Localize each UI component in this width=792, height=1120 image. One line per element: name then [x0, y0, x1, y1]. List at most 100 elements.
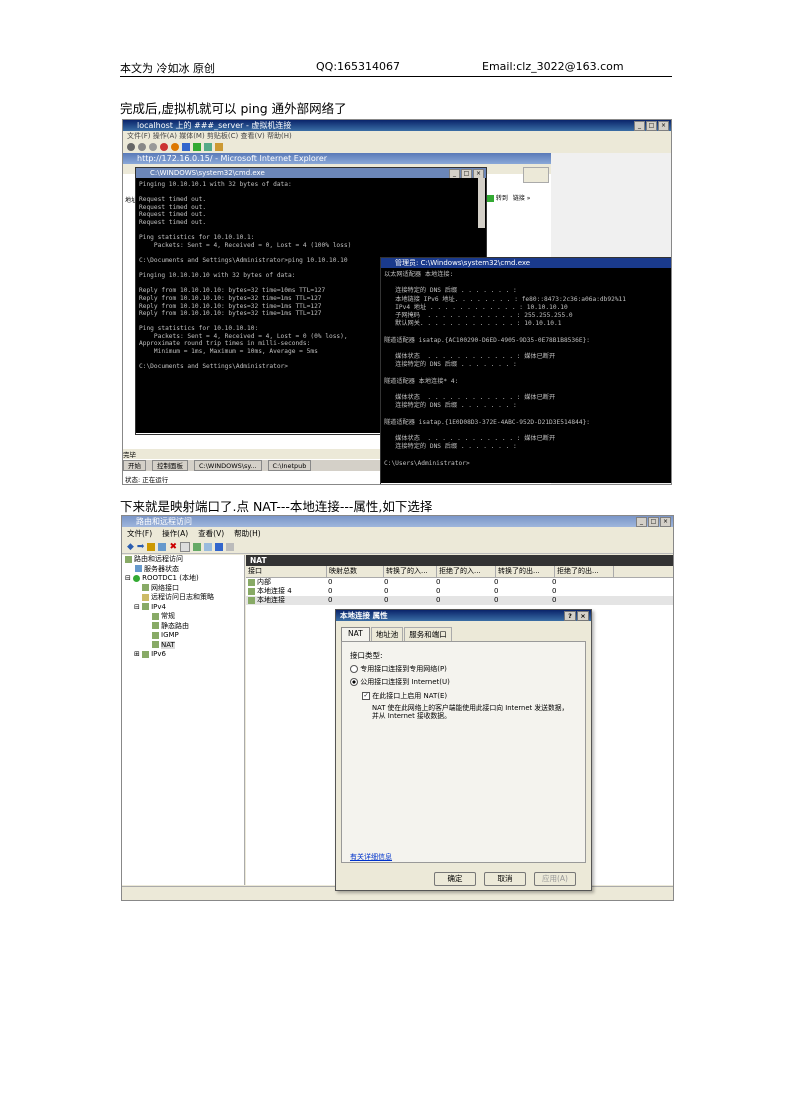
tree-item-ipv6[interactable]: ⊞ IPv6 — [122, 650, 244, 660]
tab-address-pool[interactable]: 地址池 — [370, 627, 404, 641]
tree-item-general[interactable]: 常规 — [122, 612, 244, 622]
tab-services-ports[interactable]: 服务和端口 — [404, 627, 452, 641]
apply-button[interactable]: 应用(A) — [534, 872, 576, 886]
more-info-link[interactable]: 有关详细信息 — [350, 852, 392, 862]
counter-value: 0 — [436, 596, 441, 604]
minimize-icon[interactable]: _ — [634, 121, 645, 131]
table-row[interactable]: 本地连接 400000 — [246, 587, 673, 596]
tree-item-server-status[interactable]: 服务器状态 — [122, 565, 244, 575]
properties-icon[interactable] — [180, 541, 191, 552]
menu-file[interactable]: 文件(F) — [127, 527, 152, 540]
counter-value: 0 — [494, 587, 499, 595]
cmd1-line: Request timed out. — [139, 218, 207, 226]
delete-icon[interactable]: ✖ — [169, 542, 177, 552]
tree-item-static-routes[interactable]: 静态路由 — [122, 622, 244, 632]
nat-pane-title: NAT — [246, 555, 673, 566]
menu-action[interactable]: 操作(A) — [162, 527, 188, 540]
cmd2-line — [384, 451, 669, 459]
vm-menu-bar[interactable]: 文件(F) 操作(A) 媒体(M) 剪贴板(C) 查看(V) 帮助(H) — [123, 131, 671, 141]
tree-item-igmp[interactable]: IGMP — [122, 631, 244, 641]
taskbar-item-inetpub[interactable]: C:\Inetpub — [267, 460, 312, 471]
maximize-icon[interactable]: □ — [648, 517, 659, 527]
start-button[interactable]: 开始 — [123, 460, 146, 471]
table-row[interactable]: 本地连接 0 0 0 0 0 — [246, 596, 673, 605]
col-out-rejected[interactable]: 拒绝了的出... — [555, 566, 614, 577]
close-icon[interactable]: × — [658, 121, 669, 131]
counter-value: 0 — [436, 587, 441, 595]
col-in-rejected[interactable]: 拒绝了的入... — [437, 566, 496, 577]
cmd2-line: 隧道适配器 isatap.{1E0D08D3-372E-4ABC-952D-D2… — [384, 418, 591, 426]
help-icon[interactable] — [215, 542, 224, 551]
close-icon[interactable]: × — [660, 517, 671, 527]
radio-private-interface[interactable]: 专用接口连接到专用网络(P) — [350, 664, 447, 674]
vm-ctrl-icon[interactable] — [127, 143, 135, 151]
vm-revert-icon[interactable] — [215, 143, 223, 151]
cmd2-line: 连接特定的 DNS 后缀 . . . . . . . : — [384, 402, 517, 410]
menu-view[interactable]: 查看(V) — [198, 527, 224, 540]
cmd2-line: C:\Users\Administrator> — [384, 459, 470, 467]
ie-status-bar: 完毕 — [123, 449, 423, 459]
cancel-button[interactable]: 取消 — [484, 872, 526, 886]
nat-description: NAT 使在此网络上的客户端能使用此接口向 Internet 发送数据，并从 I… — [372, 704, 569, 720]
cmd2-line: 默认网关. . . . . . . . . . . . . : 10.10.10… — [384, 320, 562, 328]
vm-play-icon[interactable] — [193, 143, 201, 151]
caption-nat: 下来就是映射端口了.点 NAT---本地连接---属性,如下选择 — [120, 499, 433, 514]
taskbar-item-control-panel[interactable]: 控制面板 — [152, 460, 188, 471]
vm-pause-icon[interactable] — [182, 143, 190, 151]
tree-item-network-interfaces[interactable]: 网络接口 — [122, 584, 244, 594]
dialog-close-button[interactable]: × — [577, 611, 589, 621]
cmd2-title: 管理员: C:\Windows\system32\cmd.exe — [381, 258, 671, 268]
vm-status: 状态: 正在运行 — [125, 476, 169, 484]
nat-table-header: 接口 映射总数 转换了的入... 拒绝了的入... 转换了的出... 拒绝了的出… — [246, 566, 673, 578]
up-icon[interactable] — [147, 542, 156, 551]
enable-nat-checkbox[interactable]: ✓ 在此接口上启用 NAT(E) — [362, 691, 447, 701]
counter-value: 0 — [552, 596, 557, 604]
taskbar-item-cmd[interactable]: C:\WINDOWS\sy... — [194, 460, 262, 471]
dialog-help-button[interactable]: ? — [564, 611, 576, 621]
ok-button[interactable]: 确定 — [434, 872, 476, 886]
vm-reset-icon[interactable] — [160, 143, 168, 151]
minimize-icon[interactable]: _ — [636, 517, 647, 527]
ie-go-button[interactable]: 转到 链接 » — [487, 193, 530, 202]
vm-snapshot-icon[interactable] — [204, 143, 212, 151]
menu-help[interactable]: 帮助(H) — [234, 527, 261, 540]
back-icon[interactable]: ◆ — [127, 542, 134, 552]
interface-name: 本地连接 4 — [246, 587, 326, 596]
ie-links[interactable]: 链接 » — [513, 195, 531, 202]
table-row[interactable]: 内部 0 0 0 0 0 — [246, 578, 673, 587]
export-icon[interactable] — [204, 542, 213, 551]
refresh-icon[interactable] — [193, 542, 202, 551]
forward-icon[interactable]: ➡ — [137, 542, 145, 552]
col-in-translated[interactable]: 转换了的入... — [384, 566, 437, 577]
cmd1-title: C:\WINDOWS\system32\cmd.exe _ □ × — [136, 168, 486, 178]
tree-item-rootdc1[interactable]: ⊟ ROOTDC1 (本地) — [122, 574, 244, 584]
rras-window-title: 路由和远程访问 _ □ × — [122, 516, 673, 527]
tree-item-root[interactable]: 路由和远程访问 — [122, 555, 244, 565]
navigation-tree: 路由和远程访问 服务器状态 ⊟ ROOTDC1 (本地) 网络接口 远程访问日志… — [122, 555, 245, 885]
cmd2-line — [384, 427, 669, 435]
maximize-icon[interactable]: □ — [646, 121, 657, 131]
vm-power-icon[interactable] — [171, 143, 179, 151]
vm-toolbar — [123, 141, 671, 153]
counter-value: 0 — [552, 587, 557, 595]
show-hide-tree-icon[interactable] — [158, 542, 167, 551]
counter-value: 0 — [328, 578, 333, 586]
vm-stop-icon[interactable] — [138, 143, 146, 151]
counter-value: 0 — [384, 587, 389, 595]
dialog-tab-panel: 接口类型: 专用接口连接到专用网络(P) 公用接口连接到 Internet(U)… — [341, 641, 586, 863]
col-out-translated[interactable]: 转换了的出... — [496, 566, 555, 577]
author-note: 本文为 冷如冰 原创 — [120, 62, 215, 75]
radio-public-interface[interactable]: 公用接口连接到 Internet(U) — [350, 677, 450, 687]
tree-item-logging[interactable]: 远程访问日志和策略 — [122, 593, 244, 603]
col-interface[interactable]: 接口 — [246, 566, 327, 577]
cmd2-line: 连接特定的 DNS 后缀 . . . . . . . : — [384, 443, 517, 451]
tree-item-nat[interactable]: NAT — [122, 640, 244, 651]
tab-nat[interactable]: NAT — [341, 627, 370, 641]
cmd2-line — [384, 345, 669, 353]
console-icon[interactable] — [226, 542, 235, 551]
cmd1-scrollbar[interactable] — [478, 178, 485, 228]
tree-item-ipv4[interactable]: ⊟ IPv4 — [122, 603, 244, 613]
vm-off-icon[interactable] — [149, 143, 157, 151]
counter-value: 0 — [384, 596, 389, 604]
col-mappings[interactable]: 映射总数 — [327, 566, 384, 577]
